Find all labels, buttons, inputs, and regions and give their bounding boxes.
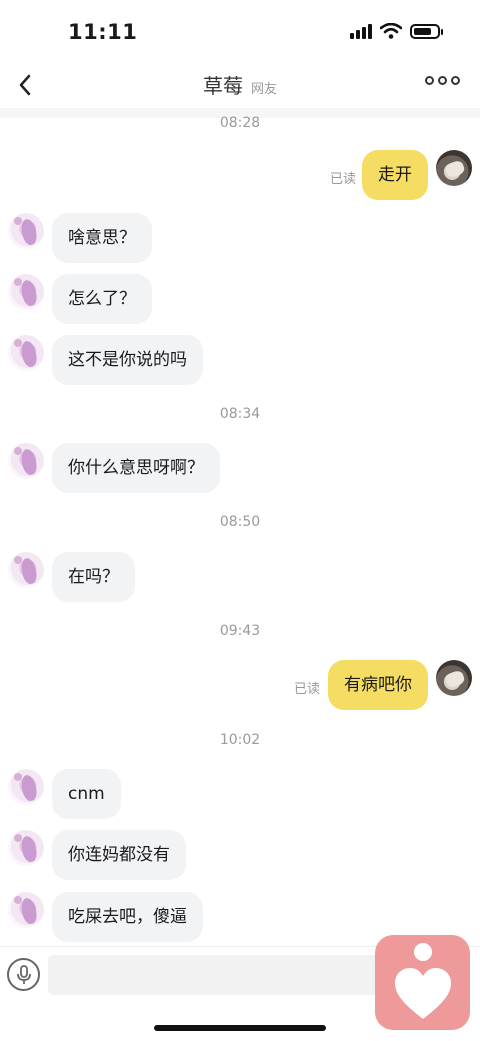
contact-avatar[interactable] — [8, 274, 44, 310]
more-dot-icon — [451, 76, 460, 85]
message-row-incoming: 你连妈都没有 — [0, 830, 480, 882]
contact-avatar[interactable] — [8, 335, 44, 371]
timestamp: 09:43 — [219, 623, 261, 639]
message-row-incoming: 这不是你说的吗 — [0, 335, 480, 387]
page-title: 草莓 网友 — [0, 70, 480, 99]
contact-avatar[interactable] — [8, 443, 44, 479]
message-bubble[interactable]: 这不是你说的吗 — [52, 335, 203, 385]
message-row-incoming: 怎么了？ — [0, 274, 480, 326]
message-bubble[interactable]: cnm — [52, 769, 121, 819]
chat-list[interactable]: 08:28 已读 走开 啥意思？ 怎么了？ 这不是你说的吗 08:34 你什么意… — [0, 108, 480, 946]
message-row-incoming: 在吗？ — [0, 552, 480, 604]
message-input[interactable] — [48, 955, 418, 995]
nav-bar: 草莓 网友 — [0, 62, 480, 108]
message-row-outgoing: 已读 有病吧你 — [0, 660, 480, 712]
home-indicator — [154, 1025, 326, 1031]
contact-name: 草莓 — [202, 74, 243, 98]
voice-button[interactable] — [7, 958, 40, 991]
message-row-incoming: cnm — [0, 769, 480, 821]
more-dot-icon — [438, 76, 447, 85]
read-receipt: 已读 — [329, 172, 356, 187]
message-bubble[interactable]: 啥意思？ — [52, 213, 152, 263]
message-bubble[interactable]: 在吗？ — [52, 552, 135, 602]
my-avatar[interactable] — [436, 660, 472, 696]
status-bar: 11:11 — [0, 0, 480, 62]
status-time: 11:11 — [68, 20, 138, 44]
timestamp: 08:50 — [219, 514, 261, 530]
battery-icon — [410, 23, 443, 39]
contact-avatar[interactable] — [8, 552, 44, 588]
contact-avatar[interactable] — [8, 892, 44, 928]
wifi-icon — [380, 23, 402, 39]
timestamp: 08:28 — [219, 115, 261, 131]
message-row-outgoing: 已读 走开 — [0, 150, 480, 202]
more-dot-icon — [425, 76, 434, 85]
message-bubble[interactable]: 你连妈都没有 — [52, 830, 186, 880]
microphone-icon — [16, 964, 31, 984]
contact-avatar[interactable] — [8, 769, 44, 805]
message-bubble[interactable]: 有病吧你 — [328, 660, 428, 710]
more-button[interactable] — [425, 76, 460, 85]
contact-relation: 网友 — [250, 82, 277, 97]
heart-person-icon — [395, 943, 451, 1019]
message-bubble[interactable]: 吃屎去吧，傻逼 — [52, 892, 203, 942]
contact-avatar[interactable] — [8, 830, 44, 866]
floating-app-button[interactable] — [375, 935, 470, 1030]
cellular-signal-icon — [350, 23, 372, 39]
message-bubble[interactable]: 你什么意思呀啊？ — [52, 443, 220, 493]
message-row-incoming: 啥意思？ — [0, 213, 480, 265]
my-avatar[interactable] — [436, 150, 472, 186]
status-icons — [350, 23, 443, 39]
message-bubble[interactable]: 怎么了？ — [52, 274, 152, 324]
timestamp: 10:02 — [219, 732, 261, 748]
message-row-incoming: 你什么意思呀啊？ — [0, 443, 480, 495]
contact-avatar[interactable] — [8, 213, 44, 249]
read-receipt: 已读 — [293, 682, 320, 697]
timestamp: 08:34 — [219, 406, 261, 422]
message-bubble[interactable]: 走开 — [362, 150, 428, 200]
